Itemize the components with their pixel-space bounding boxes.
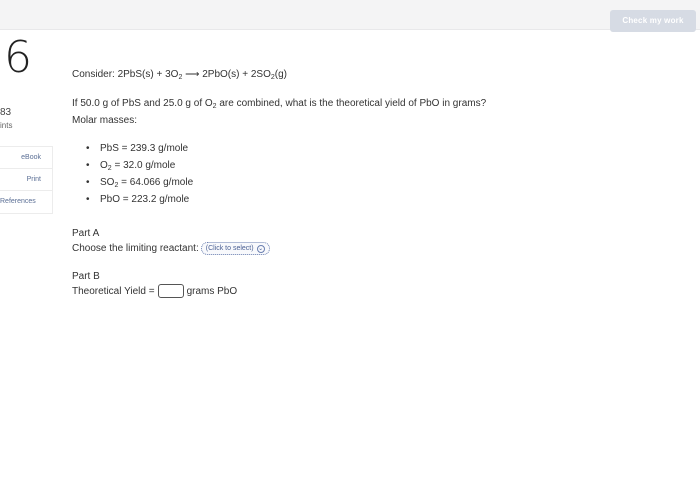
part-a-row: Choose the limiting reactant: (Click to … bbox=[72, 242, 270, 255]
equation-text-3: (g) bbox=[274, 69, 288, 80]
bullet-icon: • bbox=[86, 194, 90, 205]
equation-text-1: Consider: 2PbS(s) + 3O bbox=[72, 69, 179, 80]
prompt-text-1: If 50.0 g of PbS and 25.0 g of O bbox=[72, 98, 213, 109]
mass-compound: PbS bbox=[100, 143, 119, 154]
ebook-button[interactable]: eBook bbox=[0, 147, 52, 169]
prompt-text-2: are combined, what is the theoretical yi… bbox=[216, 98, 487, 109]
mass-compound: O bbox=[100, 160, 108, 171]
check-my-work-button[interactable]: Check my work bbox=[610, 10, 696, 32]
top-bar: Check my work bbox=[0, 0, 700, 32]
question-prompt: If 50.0 g of PbS and 25.0 g of O2 are co… bbox=[72, 98, 486, 110]
points-value: 83 bbox=[0, 107, 12, 118]
mass-compound: PbO bbox=[100, 194, 121, 205]
part-b-label: Part B bbox=[72, 271, 100, 282]
part-a-label: Part A bbox=[72, 228, 100, 239]
theoretical-yield-input[interactable] bbox=[157, 284, 184, 298]
list-item: • SO2 = 64.066 g/mole bbox=[86, 174, 193, 191]
references-button[interactable]: References bbox=[0, 191, 52, 213]
equation-text-2: ⟶ 2PbO(s) + 2SO bbox=[182, 69, 271, 80]
select-placeholder: (Click to select) bbox=[205, 245, 254, 252]
points-label: ints bbox=[0, 121, 13, 130]
resource-buttons: eBook Print References bbox=[0, 146, 53, 214]
list-item: • PbO = 223.2 g/mole bbox=[86, 191, 193, 208]
bullet-icon: • bbox=[86, 160, 90, 171]
yield-unit: grams PbO bbox=[186, 285, 238, 297]
part-b-row: Theoretical Yield = grams PbO bbox=[72, 284, 237, 298]
mass-value: = 223.2 g/mole bbox=[120, 194, 190, 205]
bullet-icon: • bbox=[86, 143, 90, 154]
part-a-prompt: Choose the limiting reactant: bbox=[72, 243, 199, 254]
mass-value: = 64.066 g/mole bbox=[118, 177, 194, 188]
left-sidebar: 6 83 ints eBook Print References bbox=[0, 30, 53, 482]
chevron-circle-icon: ⌄ bbox=[256, 244, 265, 253]
mass-value: = 32.0 g/mole bbox=[111, 160, 176, 171]
molar-masses-list: • PbS = 239.3 g/mole • O2 = 32.0 g/mole • S… bbox=[86, 140, 193, 208]
list-item: • PbS = 239.3 g/mole bbox=[86, 140, 193, 157]
bullet-icon: • bbox=[86, 177, 90, 188]
limiting-reactant-select[interactable]: (Click to select) ⌄ bbox=[200, 242, 270, 255]
mass-value: = 239.3 g/mole bbox=[118, 143, 189, 154]
question-number: 6 bbox=[4, 32, 32, 83]
mass-compound: SO bbox=[100, 177, 115, 188]
list-item: • O2 = 32.0 g/mole bbox=[86, 157, 193, 174]
reaction-equation: Consider: 2PbS(s) + 3O2 ⟶ 2PbO(s) + 2SO2… bbox=[72, 69, 287, 81]
part-b-prompt: Theoretical Yield = bbox=[72, 285, 155, 297]
print-button[interactable]: Print bbox=[0, 169, 52, 191]
molar-masses-label: Molar masses: bbox=[72, 115, 138, 126]
